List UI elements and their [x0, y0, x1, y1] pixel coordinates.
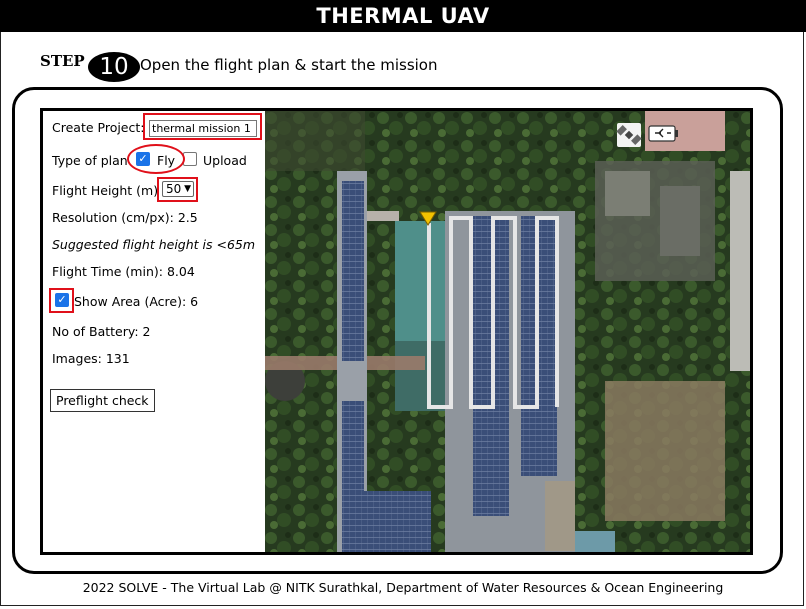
suggested-height-text: Suggested flight height is <65m: [52, 237, 256, 252]
flight-time-text: Flight Time (min): 8.04: [52, 264, 195, 279]
flight-height-label: Flight Height (m): [52, 183, 159, 198]
app-title: THERMAL UAV: [0, 0, 806, 32]
map-canvas: [265, 111, 750, 552]
satellite-icon[interactable]: [616, 123, 642, 147]
plan-type-label: Type of plan: [52, 153, 128, 168]
upload-label: Upload: [203, 153, 247, 168]
images-count-text: Images: 131: [52, 351, 130, 366]
satellite-map[interactable]: [265, 111, 750, 552]
step-label: STEP: [40, 52, 85, 70]
battery-count-text: No of Battery: 2: [52, 324, 151, 339]
highlight-flight-height: [157, 177, 198, 202]
highlight-fly-option: [127, 144, 185, 174]
create-project-label: Create Project:: [52, 120, 145, 135]
step-instruction: Open the flight plan & start the mission: [140, 56, 438, 74]
highlight-show-area: [49, 288, 74, 313]
battery-icon[interactable]: [648, 125, 678, 142]
flight-plan-panel: Create Project: Type of plan ✓ Fly Uploa…: [40, 108, 753, 555]
step-number-badge: 10: [88, 52, 140, 82]
highlight-project-input: [143, 113, 262, 140]
upload-checkbox[interactable]: [183, 152, 197, 166]
resolution-text: Resolution (cm/px): 2.5: [52, 210, 198, 225]
footer-credits: 2022 SOLVE - The Virtual Lab @ NITK Sura…: [82, 580, 724, 595]
preflight-check-button[interactable]: Preflight check: [50, 389, 155, 412]
show-area-label: Show Area (Acre): 6: [74, 294, 199, 309]
